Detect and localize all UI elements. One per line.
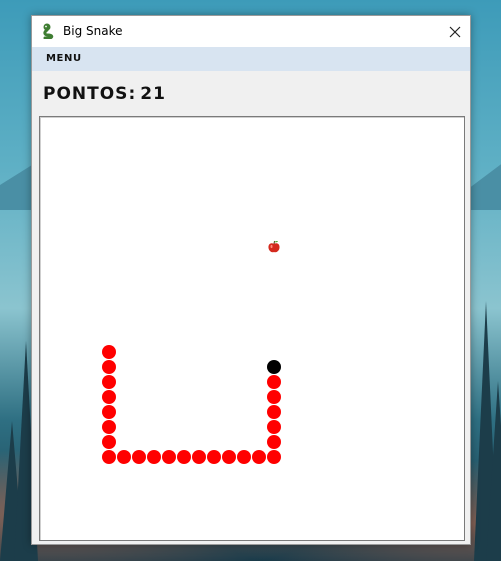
score-label: PONTOS [43,84,129,104]
snake-icon [43,23,54,39]
snake-segment [102,450,116,464]
snake-segment [117,450,131,464]
snake-segment [207,450,221,464]
snake-segment [102,405,116,419]
snake-segment [237,450,251,464]
title-bar[interactable]: Big Snake [32,16,470,47]
apple-icon [268,240,280,253]
score-separator: : [128,84,137,104]
snake-segment [222,450,236,464]
score-display: PONTOS: 21 [43,84,166,104]
snake-segment [102,375,116,389]
snake-segment [102,420,116,434]
snake-segment [177,450,191,464]
close-button[interactable] [440,16,470,47]
snake-segment [267,420,281,434]
snake-segment [192,450,206,464]
snake-segment [252,450,266,464]
snake-segment [267,375,281,389]
snake-segment [267,405,281,419]
snake-segment [132,450,146,464]
snake-segment [267,450,281,464]
snake-segment [102,345,116,359]
snake-segment [267,390,281,404]
snake-segment [102,435,116,449]
snake-segment [102,390,116,404]
snake-head [267,360,281,374]
window-title: Big Snake [63,24,123,38]
snake-segment [267,435,281,449]
game-board[interactable] [39,116,465,541]
snake-segment [162,450,176,464]
menu-button[interactable]: MENU [46,53,82,64]
menu-bar: MENU [32,47,470,71]
snake-segment [102,360,116,374]
snake-segment [147,450,161,464]
close-icon [449,26,461,37]
app-window: Big Snake MENU PONTOS: 21 [31,15,471,545]
score-value: 21 [140,84,166,104]
